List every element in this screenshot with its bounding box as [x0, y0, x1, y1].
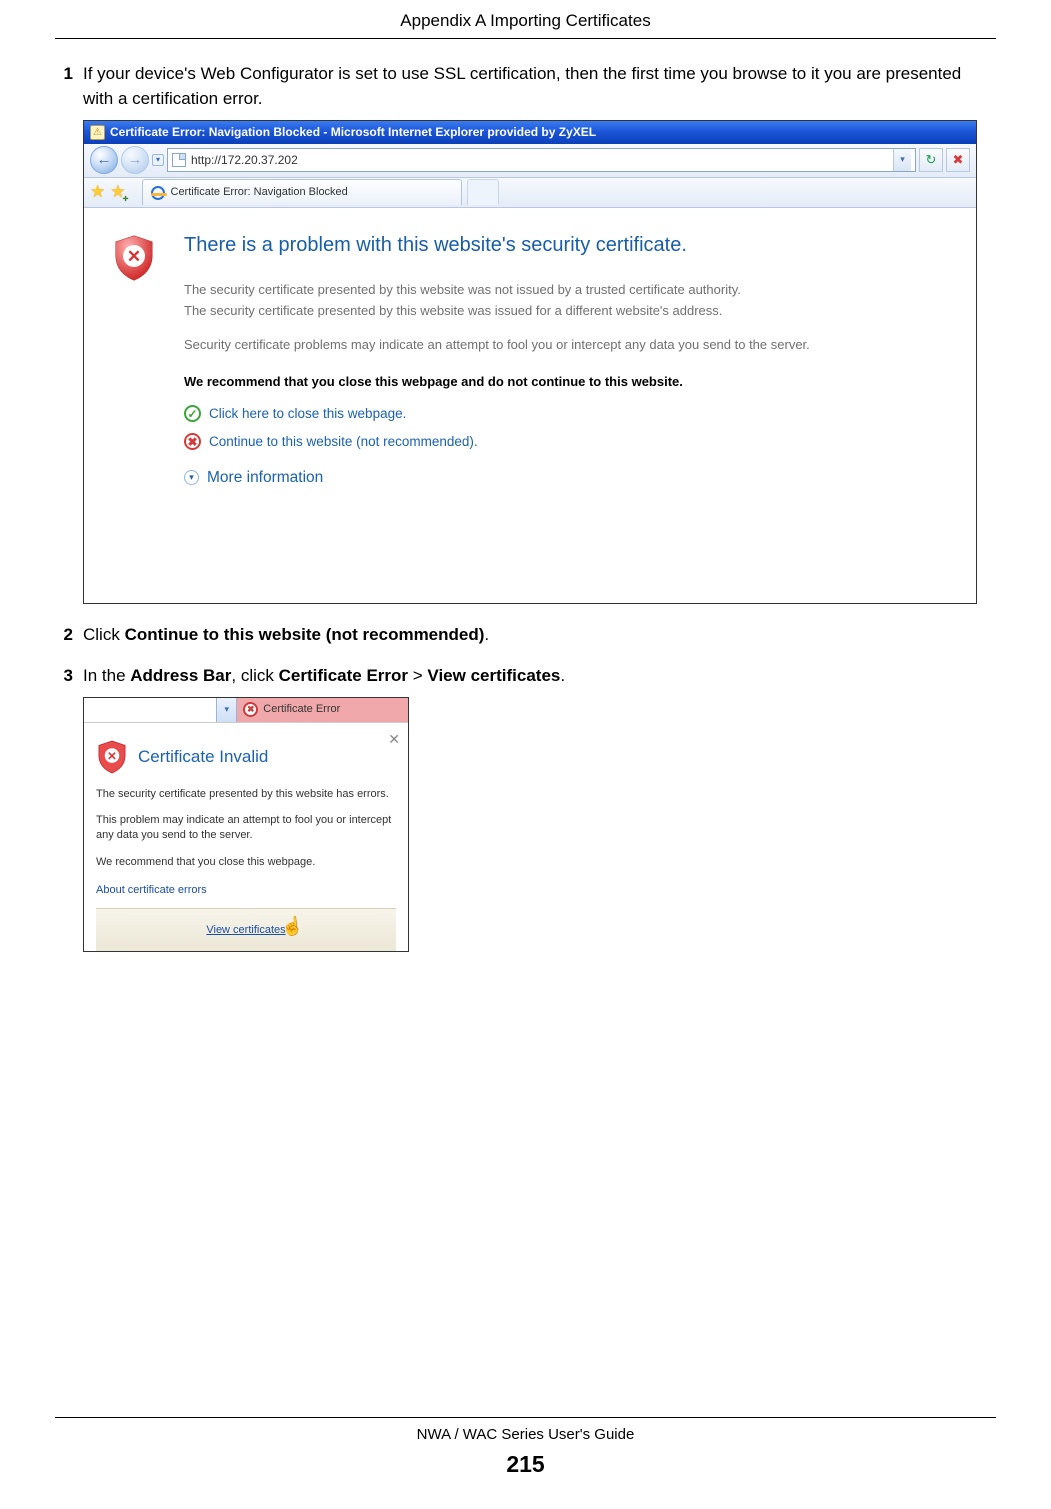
ie-nav-toolbar: ← → ▾ http://172.20.37.202 ▾ ↻ ✖: [84, 144, 976, 178]
more-info-text: More information: [207, 466, 323, 489]
favorites-icon[interactable]: ★: [90, 179, 105, 205]
cert-error-p3: Security certificate problems may indica…: [184, 335, 946, 355]
view-certificates-link[interactable]: View certificates: [206, 924, 285, 936]
ie-content: ✕ There is a problem with this website's…: [84, 208, 976, 603]
step-1-text: If your device's Web Configurator is set…: [83, 61, 996, 112]
stop-button[interactable]: ✖: [946, 148, 970, 172]
add-favorite-icon[interactable]: ★: [110, 179, 125, 205]
header-rule: [55, 38, 996, 39]
address-url: http://172.20.37.202: [191, 151, 298, 169]
addr-bar-fragment: ▾ ✖ Certificate Error: [84, 698, 408, 722]
cert-error-p1: The security certificate presented by th…: [184, 280, 946, 300]
close-webpage-link[interactable]: ✓ Click here to close this webpage.: [184, 404, 946, 424]
nav-dropdown-icon[interactable]: ▾: [152, 154, 164, 166]
x-circle-icon: ✖: [184, 433, 201, 450]
expand-icon: ▾: [184, 470, 199, 485]
address-bar[interactable]: http://172.20.37.202 ▾: [167, 148, 916, 172]
addr-bar-left: [84, 698, 217, 722]
cert-invalid-panel: ✕ ✕ Certificate Invalid The security cer…: [84, 722, 408, 951]
hand-cursor-icon: ☝: [280, 912, 305, 941]
step-3-text: In the Address Bar, click Certificate Er…: [83, 663, 996, 689]
shield-error-icon: ✕: [112, 234, 156, 282]
ie-window-title: Certificate Error: Navigation Blocked - …: [110, 123, 596, 141]
step-2-text: Click Continue to this website (not reco…: [83, 622, 996, 648]
page-icon: [172, 153, 186, 167]
footer-guide-name: NWA / WAC Series User's Guide: [55, 1424, 996, 1447]
refresh-button[interactable]: ↻: [919, 148, 943, 172]
close-webpage-text: Click here to close this webpage.: [209, 404, 406, 424]
page-footer: NWA / WAC Series User's Guide 215: [55, 1417, 996, 1481]
shield-small-icon: ✖: [243, 702, 258, 717]
cert-invalid-p3: We recommend that you close this webpage…: [96, 855, 396, 870]
continue-website-text: Continue to this website (not recommende…: [209, 432, 478, 452]
browser-tab[interactable]: Certificate Error: Navigation Blocked: [142, 179, 462, 205]
cert-popup-footer: View certificates ☝: [96, 908, 396, 951]
warning-icon: [90, 125, 105, 140]
cert-invalid-heading-row: ✕ Certificate Invalid: [96, 739, 396, 775]
svg-text:✕: ✕: [107, 749, 117, 762]
certificate-error-button[interactable]: ✖ Certificate Error: [237, 698, 408, 722]
addr-dropdown-icon[interactable]: ▾: [217, 698, 237, 722]
ie-window-1: Certificate Error: Navigation Blocked - …: [83, 120, 977, 604]
step-number: 3: [55, 663, 83, 689]
cert-invalid-p1: The security certificate presented by th…: [96, 787, 396, 802]
cert-invalid-heading: Certificate Invalid: [138, 744, 268, 770]
cert-popup: ▾ ✖ Certificate Error ✕ ✕ Certificate In…: [83, 697, 409, 952]
ie-titlebar: Certificate Error: Navigation Blocked - …: [84, 121, 976, 144]
page-header-title: Appendix A Importing Certificates: [55, 0, 996, 38]
step-number: 1: [55, 61, 83, 112]
back-button[interactable]: ←: [90, 146, 118, 174]
footer-rule: [55, 1417, 996, 1418]
check-circle-icon: ✓: [184, 405, 201, 422]
cert-error-heading: There is a problem with this website's s…: [184, 230, 946, 260]
close-icon[interactable]: ✕: [388, 729, 400, 750]
cert-invalid-p2: This problem may indicate an attempt to …: [96, 813, 396, 843]
ie-logo-icon: [151, 186, 165, 200]
shield-error-icon: ✕: [96, 739, 128, 775]
address-dropdown-icon[interactable]: ▾: [893, 149, 911, 171]
step-1: 1 If your device's Web Configurator is s…: [55, 61, 996, 112]
forward-button[interactable]: →: [121, 146, 149, 174]
footer-page-number: 215: [55, 1447, 996, 1482]
step-3: 3 In the Address Bar, click Certificate …: [55, 663, 996, 689]
step-number: 2: [55, 622, 83, 648]
about-cert-errors-link[interactable]: About certificate errors: [96, 882, 396, 899]
ie-tabs-toolbar: ★ ★ Certificate Error: Navigation Blocke…: [84, 178, 976, 208]
cert-error-recommend: We recommend that you close this webpage…: [184, 372, 946, 392]
tab-title: Certificate Error: Navigation Blocked: [171, 184, 348, 201]
more-info-link[interactable]: ▾ More information: [184, 466, 946, 489]
svg-text:✕: ✕: [127, 247, 141, 266]
continue-website-link[interactable]: ✖ Continue to this website (not recommen…: [184, 432, 946, 452]
step-2: 2 Click Continue to this website (not re…: [55, 622, 996, 648]
certificate-error-label: Certificate Error: [263, 701, 340, 718]
cert-error-p2: The security certificate presented by th…: [184, 301, 946, 321]
new-tab-button[interactable]: [467, 179, 499, 205]
